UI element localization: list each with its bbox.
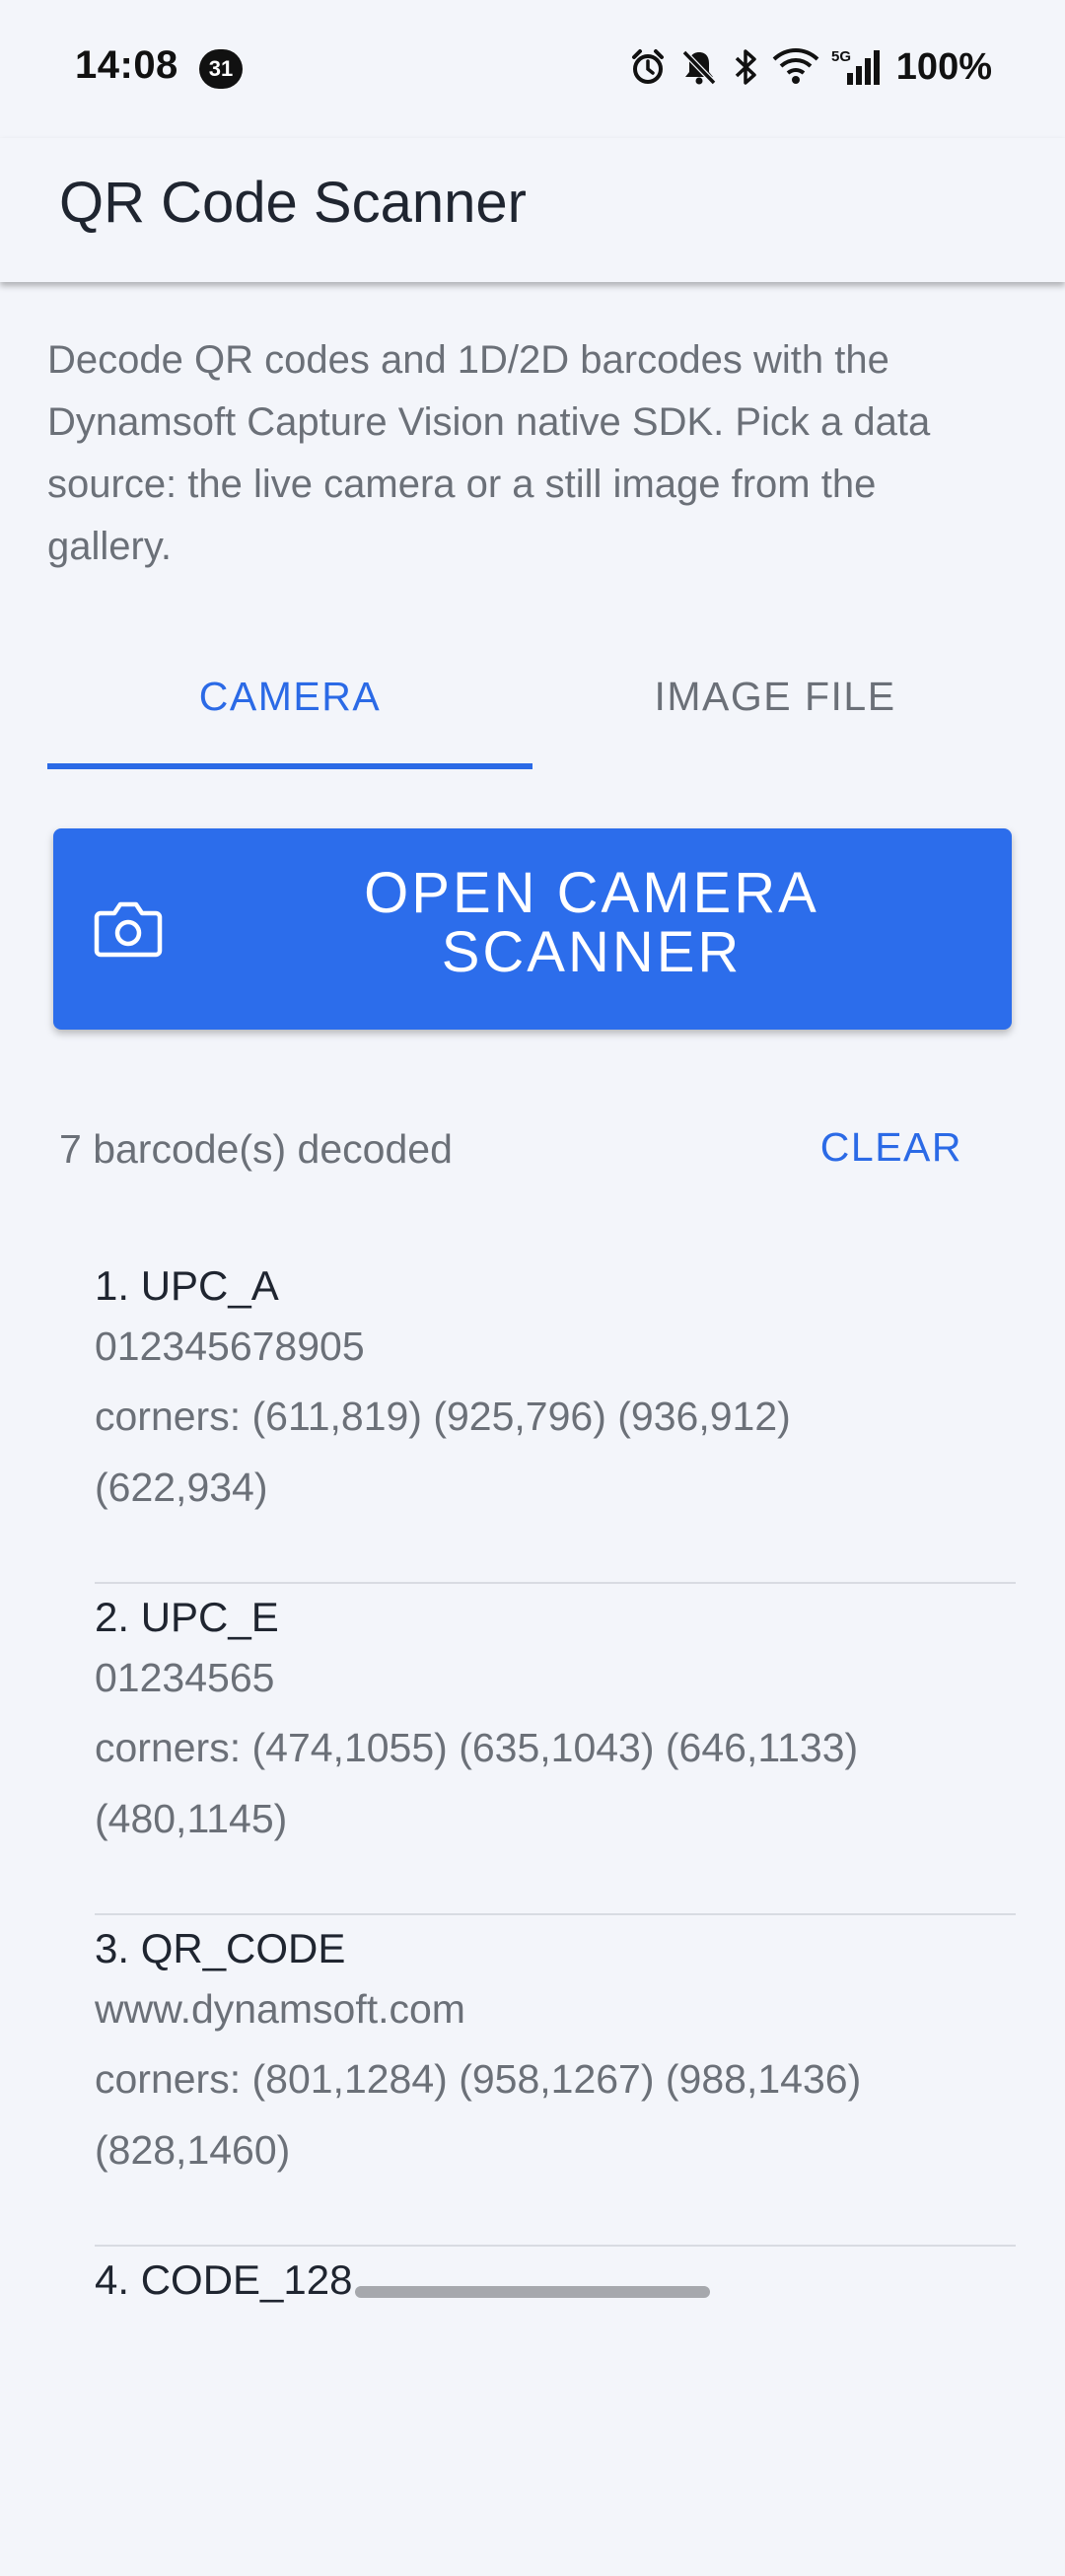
network-type-label: 5G xyxy=(831,48,851,65)
list-item: 3. QR_CODE www.dynamsoft.com corners: (8… xyxy=(95,1915,1016,2247)
battery-percentage: 100% xyxy=(895,45,992,88)
barcode-format: 4. CODE_128 xyxy=(95,2256,353,2303)
calendar-badge: 31 xyxy=(199,49,243,89)
barcode-format: 3. QR_CODE xyxy=(95,1925,346,1971)
barcode-corners: corners: (801,1284) (958,1267) (988,1436… xyxy=(95,2056,862,2173)
open-camera-scanner-button[interactable]: OPEN CAMERA SCANNER xyxy=(53,828,1012,1030)
tab-image-file[interactable]: IMAGE FILE xyxy=(532,651,1018,769)
status-bar: 14:08 31 5G 100% xyxy=(0,0,1065,138)
app-bar: QR Code Scanner xyxy=(0,138,1065,282)
barcode-value: www.dynamsoft.com xyxy=(95,1986,465,2032)
wifi-icon xyxy=(772,48,819,84)
list-item: 2. UPC_E 01234565 corners: (474,1055) (6… xyxy=(95,1584,1016,1915)
barcode-corners: corners: (474,1055) (635,1043) (646,1133… xyxy=(95,1725,859,1841)
bluetooth-icon xyxy=(735,49,756,85)
clear-button[interactable]: CLEAR xyxy=(820,1124,962,1171)
barcode-value: 01234565 xyxy=(95,1655,275,1700)
source-tabs: CAMERA IMAGE FILE xyxy=(47,651,1018,769)
alarm-icon xyxy=(631,49,664,84)
gesture-navigation-bar[interactable] xyxy=(355,2286,710,2298)
notifications-off-icon xyxy=(681,49,716,86)
open-camera-scanner-label: OPEN CAMERA SCANNER xyxy=(364,861,819,984)
barcode-format: 1. UPC_A xyxy=(95,1262,279,1309)
barcode-value: 012345678905 xyxy=(95,1324,365,1369)
status-icons: 5G 100% xyxy=(628,45,992,89)
page-title: QR Code Scanner xyxy=(59,171,527,235)
cellular-signal-icon: 5G xyxy=(831,48,880,85)
status-time: 14:08 xyxy=(75,43,178,87)
barcode-format: 2. UPC_E xyxy=(95,1594,279,1640)
tab-camera[interactable]: CAMERA xyxy=(47,651,532,769)
description-text: Decode QR codes and 1D/2D barcodes with … xyxy=(47,338,931,568)
camera-icon xyxy=(93,899,164,964)
barcode-corners: corners: (611,819) (925,796) (936,912) (… xyxy=(95,1394,791,1510)
results-count: 7 barcode(s) decoded xyxy=(59,1126,453,1172)
results-list: 1. UPC_A 012345678905 corners: (611,819)… xyxy=(95,1252,1016,2576)
selected-tab-indicator xyxy=(47,763,532,769)
list-item: 1. UPC_A 012345678905 corners: (611,819)… xyxy=(95,1252,1016,1584)
